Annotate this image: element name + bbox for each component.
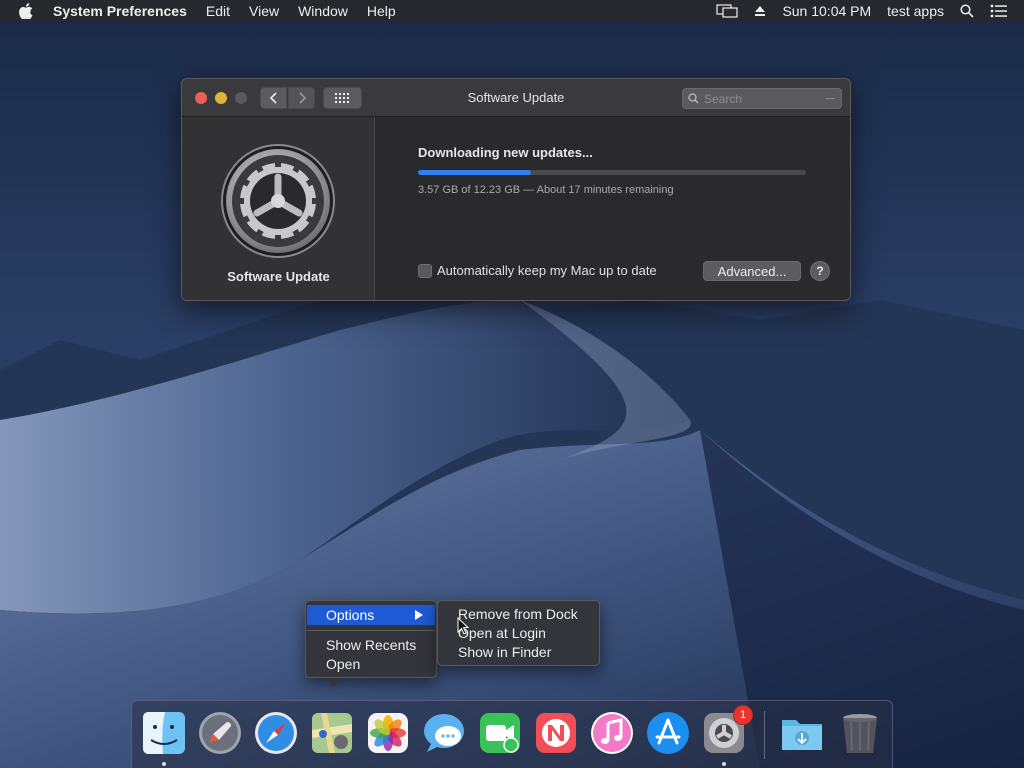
photos-icon [368, 713, 408, 753]
safari-icon [255, 712, 297, 754]
dock-news[interactable] [533, 710, 579, 756]
app-store-icon [647, 712, 689, 754]
downloads-folder-icon [782, 720, 822, 750]
menu-pointer [326, 678, 342, 687]
search-icon [688, 93, 699, 104]
options-label: Options [326, 607, 375, 623]
menu-bar: System Preferences Edit View Window Help… [0, 0, 1024, 22]
menu-window[interactable]: Window [298, 3, 348, 19]
help-button[interactable]: ? [810, 261, 830, 281]
apple-icon[interactable] [19, 3, 37, 19]
submenu-arrow-icon [415, 610, 423, 620]
menu-app-name[interactable]: System Preferences [53, 3, 187, 19]
dock-maps[interactable] [309, 710, 355, 756]
menu-help[interactable]: Help [367, 3, 396, 19]
menu-user[interactable]: test apps [887, 3, 944, 19]
dock-trash[interactable] [837, 710, 883, 756]
facetime-icon [480, 713, 520, 753]
dock-system-preferences[interactable]: 1 [701, 705, 753, 756]
itunes-icon [591, 712, 633, 754]
mouse-cursor-icon [457, 617, 469, 635]
dock: 1 [131, 700, 893, 768]
eject-icon[interactable] [754, 5, 766, 17]
dock-app-store[interactable] [645, 710, 691, 756]
dock-safari[interactable] [253, 710, 299, 756]
search-field[interactable] [682, 88, 842, 109]
software-update-gear-icon [221, 144, 335, 258]
download-status: 3.57 GB of 12.23 GB — About 17 minutes r… [418, 184, 674, 196]
dock-separator [764, 711, 765, 759]
launchpad-icon [199, 712, 241, 754]
advanced-button[interactable]: Advanced... [703, 261, 801, 281]
notification-badge: 1 [733, 705, 753, 725]
dock-context-menu: Options Show Recents Open [305, 600, 437, 687]
auto-update-label[interactable]: Automatically keep my Mac up to date [437, 263, 657, 278]
download-title: Downloading new updates... [418, 145, 593, 160]
dock-itunes[interactable] [589, 710, 635, 756]
dock-finder[interactable] [141, 710, 187, 756]
pane-label: Software Update [227, 269, 330, 284]
download-progress-bar [418, 170, 806, 175]
menu-clock[interactable]: Sun 10:04 PM [782, 3, 871, 19]
menu-item-options[interactable]: Options [307, 605, 435, 625]
menu-edit[interactable]: Edit [206, 3, 230, 19]
menu-item-remove-from-dock[interactable]: Remove from Dock [458, 606, 578, 622]
download-progress-fill [418, 170, 531, 175]
menu-view[interactable]: View [249, 3, 279, 19]
auto-update-checkbox[interactable] [418, 263, 432, 278]
display-mirroring-icon[interactable] [716, 4, 739, 18]
finder-running-indicator [162, 762, 166, 766]
dock-messages[interactable] [421, 710, 467, 756]
dock-facetime[interactable] [477, 710, 523, 756]
messages-icon [424, 714, 464, 752]
search-input[interactable] [704, 91, 824, 106]
menu-item-show-in-finder[interactable]: Show in Finder [458, 644, 551, 660]
news-icon [536, 713, 576, 753]
system-preferences-running-indicator [722, 762, 726, 766]
menu-item-show-recents[interactable]: Show Recents [326, 637, 416, 653]
trash-icon [843, 714, 877, 753]
update-content: Downloading new updates... 3.57 GB of 12… [376, 117, 850, 300]
window-titlebar[interactable]: Software Update [182, 79, 850, 117]
auto-update-row: Automatically keep my Mac up to date [418, 263, 657, 278]
pane-sidebar: Software Update [182, 117, 375, 300]
maps-icon [312, 713, 352, 753]
menu-extras: Sun 10:04 PM test apps [716, 0, 1024, 22]
search-clear-icon [825, 98, 835, 99]
dock-launchpad[interactable] [197, 710, 243, 756]
spotlight-search-icon[interactable] [960, 4, 974, 18]
dock-photos[interactable] [365, 710, 411, 756]
software-update-window: Software Update Search Software Update D… [181, 78, 851, 301]
dock-downloads[interactable] [779, 710, 825, 756]
menu-item-open[interactable]: Open [326, 656, 360, 672]
finder-icon [143, 712, 185, 754]
menu-separator [307, 630, 435, 631]
notification-center-icon[interactable] [990, 4, 1008, 18]
menu-item-open-at-login[interactable]: Open at Login [458, 625, 546, 641]
